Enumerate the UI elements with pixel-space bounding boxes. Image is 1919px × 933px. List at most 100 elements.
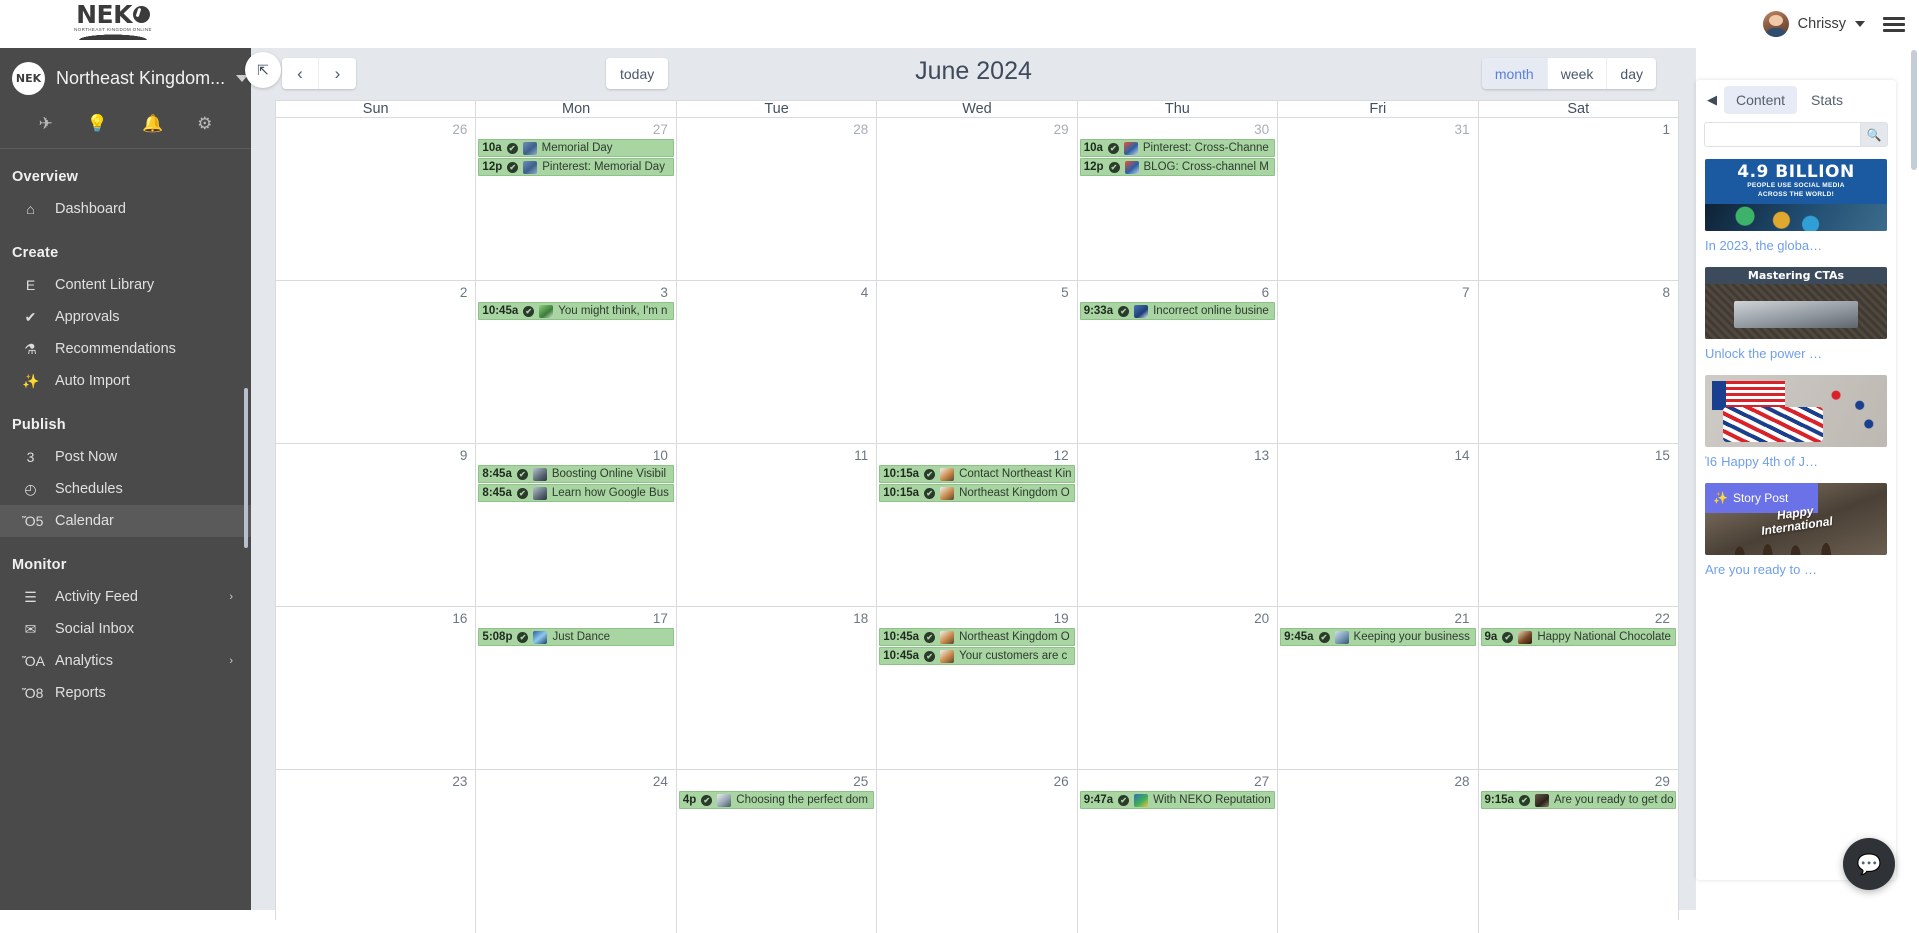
day-number: 29 <box>1479 772 1678 789</box>
calendar-event[interactable]: 12p✔BLOG: Cross-channel M <box>1080 158 1275 176</box>
gear-icon[interactable]: ⚙ <box>197 115 212 132</box>
event-thumbnail-icon <box>533 487 547 500</box>
calendar-event[interactable]: 8:45a✔Boosting Online Visibil <box>478 465 673 483</box>
view-button-day[interactable]: day <box>1607 58 1656 89</box>
calendar-day-cell[interactable]: 1910:45a✔Northeast Kingdom O10:45a✔Your … <box>877 607 1077 769</box>
chat-bubble-icon[interactable]: 💬 <box>1843 838 1895 890</box>
view-button-month[interactable]: month <box>1482 58 1548 89</box>
bar-chart-icon: ὌA <box>22 653 39 669</box>
content-card[interactable]: Mastering CTAsUnlock the power … <box>1696 263 1896 371</box>
calendar-event[interactable]: 10:15a✔Contact Northeast Kin <box>879 465 1074 483</box>
calendar-day-cell[interactable]: 24 <box>476 770 676 933</box>
calendar-day-cell[interactable]: 7 <box>1278 281 1478 443</box>
content-card-caption[interactable]: Are you ready to … <box>1705 562 1887 577</box>
calendar-day-cell[interactable]: 229a✔Happy National Chocolate <box>1479 607 1678 769</box>
calendar-day-cell[interactable]: 279:47a✔With NEKO Reputation <box>1078 770 1278 933</box>
calendar-day-cell[interactable]: 16 <box>276 607 476 769</box>
calendar-day-cell[interactable]: 3010a✔Pinterest: Cross-Channe12p✔BLOG: C… <box>1078 118 1278 280</box>
collapse-sidebar-button[interactable]: ⇱ <box>245 52 281 88</box>
search-icon[interactable]: 🔍 <box>1860 122 1888 147</box>
calendar-event[interactable]: 9:33a✔Incorrect online busine <box>1080 302 1275 320</box>
calendar-event[interactable]: 9:47a✔With NEKO Reputation <box>1080 791 1275 809</box>
content-card[interactable]: 4.9 BILLIONPEOPLE USE SOCIAL MEDIAACROSS… <box>1696 155 1896 263</box>
calendar-day-cell[interactable]: 14 <box>1278 444 1478 606</box>
sidebar-item-auto-import[interactable]: ✨Auto Import <box>0 365 251 397</box>
event-time: 10:45a <box>883 650 919 662</box>
sidebar-item-social-inbox[interactable]: ✉Social Inbox <box>0 613 251 645</box>
sidebar-item-recommendations[interactable]: ⚗Recommendations <box>0 333 251 365</box>
calendar-event[interactable]: 10a✔Pinterest: Cross-Channe <box>1080 139 1275 157</box>
calendar-event[interactable]: 5:08p✔Just Dance <box>478 628 673 646</box>
calendar-day-cell[interactable]: 26 <box>276 118 476 280</box>
day-events <box>1479 463 1678 465</box>
calendar-event[interactable]: 9:45a✔Keeping your business <box>1280 628 1475 646</box>
sidebar-item-schedules[interactable]: ◴Schedules <box>0 473 251 505</box>
event-title: Contact Northeast Kin <box>959 468 1072 480</box>
panel-collapse-left-icon[interactable]: ◀ <box>1702 92 1722 108</box>
content-card-caption[interactable]: Unlock the power … <box>1705 346 1887 361</box>
calendar-day-cell[interactable]: 4 <box>677 281 877 443</box>
content-card[interactable]: Ἰ6Happy 4th of J… <box>1696 371 1896 479</box>
thumbnail-hands-graphic <box>1727 529 1854 555</box>
calendar-event[interactable]: 10:45a✔Northeast Kingdom O <box>879 628 1074 646</box>
calendar-day-cell[interactable]: 29 <box>877 118 1077 280</box>
calendar-day-cell[interactable]: 2710a✔Memorial Day12p✔Pinterest: Memoria… <box>476 118 676 280</box>
calendar-event[interactable]: 9a✔Happy National Chocolate <box>1481 628 1676 646</box>
calendar-day-cell[interactable]: 175:08p✔Just Dance <box>476 607 676 769</box>
content-card-caption[interactable]: In 2023, the globa… <box>1705 238 1887 253</box>
page-scrollbar[interactable] <box>1911 50 1917 170</box>
sidebar-item-calendar[interactable]: Ὄ5Calendar <box>0 505 251 537</box>
app-logo[interactable]: NEK NORTHEAST KINGDOM ONLINE <box>58 2 168 44</box>
calendar-day-cell[interactable]: 29 9:15a✔Are you ready to get do <box>1479 770 1678 933</box>
calendar-day-cell[interactable]: 15 <box>1479 444 1678 606</box>
calendar-day-cell[interactable]: 2 <box>276 281 476 443</box>
calendar-day-cell[interactable]: 26 <box>877 770 1077 933</box>
calendar-event[interactable]: 9:15a✔Are you ready to get do <box>1481 791 1676 809</box>
calendar-day-cell[interactable]: 23 <box>276 770 476 933</box>
calendar-day-cell[interactable]: 1210:15a✔Contact Northeast Kin10:15a✔Nor… <box>877 444 1077 606</box>
sidebar-item-post-now[interactable]: ὎3Post Now <box>0 441 251 473</box>
calendar-day-cell[interactable]: 28 <box>677 118 877 280</box>
calendar-event[interactable]: 8:45a✔Learn how Google Bus <box>478 484 673 502</box>
calendar-event[interactable]: 10:15a✔Northeast Kingdom O <box>879 484 1074 502</box>
calendar-day-cell[interactable]: 1 <box>1479 118 1678 280</box>
calendar-day-cell[interactable]: 69:33a✔Incorrect online busine <box>1078 281 1278 443</box>
calendar-day-cell[interactable]: 310:45a✔You might think, I'm n <box>476 281 676 443</box>
tab-stats[interactable]: Stats <box>1799 86 1855 114</box>
calendar-day-cell[interactable]: 8 <box>1479 281 1678 443</box>
sidebar-item-reports[interactable]: Ὄ8Reports <box>0 677 251 709</box>
calendar-event[interactable]: 4p✔Choosing the perfect dom <box>679 791 874 809</box>
calendar-day-cell[interactable]: 219:45a✔Keeping your business <box>1278 607 1478 769</box>
sidebar-scrollbar[interactable] <box>244 388 248 548</box>
calendar-event[interactable]: 10a✔Memorial Day <box>478 139 673 157</box>
calendar-day-cell[interactable]: 11 <box>677 444 877 606</box>
calendar-event[interactable]: 10:45a✔Your customers are c <box>879 647 1074 665</box>
calendar-day-cell[interactable]: 20 <box>1078 607 1278 769</box>
calendar-day-cell[interactable]: 5 <box>877 281 1077 443</box>
calendar-day-cell[interactable]: 254p✔Choosing the perfect dom <box>677 770 877 933</box>
rocket-icon[interactable]: ✈ <box>39 115 53 132</box>
sidebar-item-content-library[interactable]: ὜EContent Library <box>0 269 251 301</box>
calendar-day-cell[interactable]: 108:45a✔Boosting Online Visibil8:45a✔Lea… <box>476 444 676 606</box>
calendar-day-cell[interactable]: 31 <box>1278 118 1478 280</box>
calendar-day-cell[interactable]: 18 <box>677 607 877 769</box>
sidebar-item-approvals[interactable]: ✔Approvals <box>0 301 251 333</box>
view-button-week[interactable]: week <box>1548 58 1608 89</box>
calendar-event[interactable]: 10:45a✔You might think, I'm n <box>478 302 673 320</box>
user-menu[interactable]: Chrissy <box>1763 11 1865 37</box>
calendar-day-cell[interactable]: 28 <box>1278 770 1478 933</box>
calendar-day-cell[interactable]: 13 <box>1078 444 1278 606</box>
sidebar-item-activity-feed[interactable]: ☰Activity Feed› <box>0 581 251 613</box>
bell-icon[interactable]: 🔔 <box>142 115 163 132</box>
search-input[interactable] <box>1704 122 1860 147</box>
content-card-caption[interactable]: Ἰ6Happy 4th of J… <box>1705 454 1887 469</box>
hamburger-menu-icon[interactable] <box>1883 17 1905 32</box>
content-card[interactable]: ✨Story PostHappyInternationalAre you rea… <box>1696 479 1896 587</box>
account-switcher[interactable]: NEK Northeast Kingdom... <box>0 48 251 109</box>
tab-content[interactable]: Content <box>1724 86 1797 114</box>
sidebar-item-dashboard[interactable]: ⌂Dashboard <box>0 193 251 225</box>
calendar-day-cell[interactable]: 9 <box>276 444 476 606</box>
sidebar-item-analytics[interactable]: ὌAAnalytics› <box>0 645 251 677</box>
lightbulb-icon[interactable]: 💡 <box>87 115 108 132</box>
calendar-event[interactable]: 12p✔Pinterest: Memorial Day <box>478 158 673 176</box>
